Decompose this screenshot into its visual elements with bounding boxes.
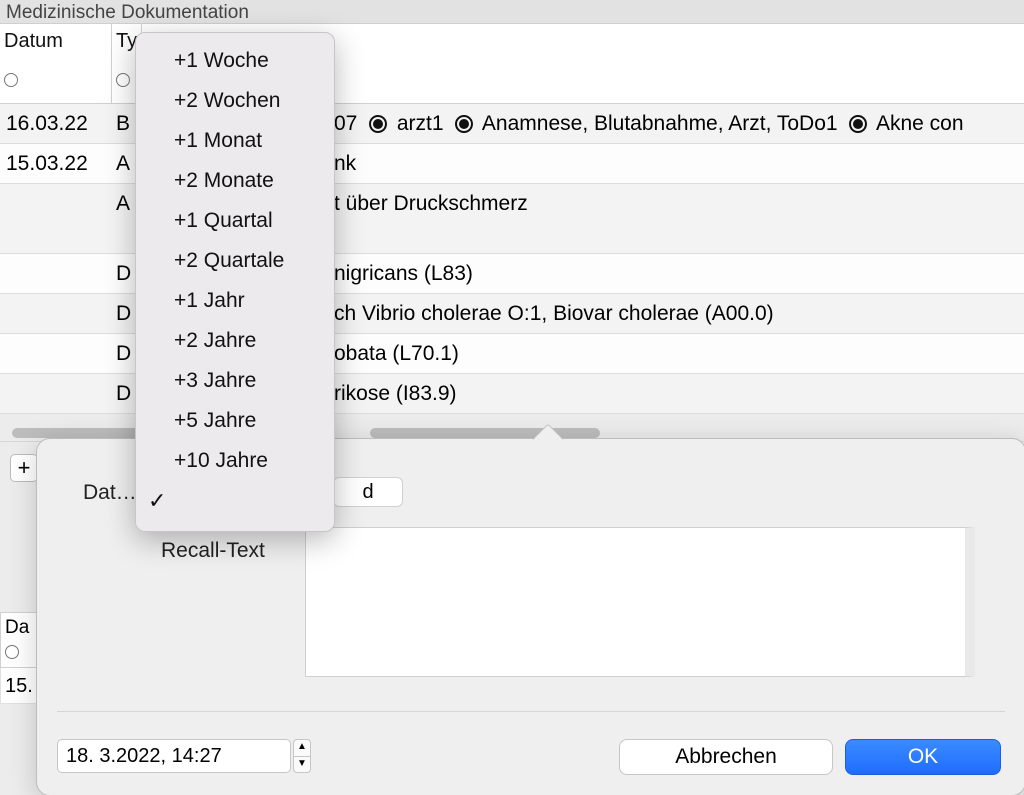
plus-icon: + xyxy=(18,455,31,480)
cancel-button[interactable]: Abbrechen xyxy=(619,739,833,775)
column-header-date-label: Datum xyxy=(4,30,63,52)
window-title-bar: Medizinische Dokumentation xyxy=(0,0,1024,24)
menu-item[interactable]: +2 Wochen xyxy=(136,81,334,121)
scroll-thumb[interactable] xyxy=(370,428,600,438)
recall-text-label: Recall-Text xyxy=(161,539,265,563)
sort-radio-icon[interactable] xyxy=(4,73,18,87)
datetime-stepper[interactable]: ▲ ▼ xyxy=(293,739,311,773)
ok-button-label: OK xyxy=(908,745,938,768)
date-offset-menu[interactable]: +1 Woche+2 Wochen+1 Monat+2 Monate+1 Qua… xyxy=(135,32,335,532)
menu-item[interactable]: +2 Quartale xyxy=(136,241,334,281)
cell-type: D xyxy=(112,374,132,413)
cell-type: D xyxy=(112,334,132,373)
datetime-value: 18. 3.2022, 14:27 xyxy=(66,745,222,767)
recall-text-input[interactable] xyxy=(305,527,975,677)
date-field-label: Dat… xyxy=(83,481,137,505)
menu-item-current[interactable] xyxy=(136,481,334,521)
menu-item[interactable]: +3 Jahre xyxy=(136,361,334,401)
cell-date: 16.03.22 xyxy=(0,104,112,143)
cell-content: 07 arzt1 Anamnese, Blutabnahme, Arzt, To… xyxy=(334,104,1024,143)
cell-date xyxy=(0,184,112,253)
cell-type: D xyxy=(112,254,132,293)
sort-radio-icon[interactable] xyxy=(116,73,130,87)
column-header-date[interactable]: Datum xyxy=(0,24,112,104)
chip-text: d xyxy=(362,481,373,503)
menu-item[interactable]: +1 Woche xyxy=(136,41,334,81)
sort-radio-icon[interactable] xyxy=(5,645,19,659)
cell-date xyxy=(0,254,112,293)
menu-item[interactable]: +1 Jahr xyxy=(136,281,334,321)
secondary-cell: 15. xyxy=(5,675,33,697)
stepper-down-icon[interactable]: ▼ xyxy=(293,757,311,774)
bullet-icon xyxy=(849,115,867,133)
bullet-icon xyxy=(455,115,473,133)
secondary-column-header-label: Da xyxy=(5,617,29,638)
cell-type: B xyxy=(112,104,132,143)
window-title: Medizinische Dokumentation xyxy=(6,2,249,23)
ok-button[interactable]: OK xyxy=(845,739,1001,775)
cell-date xyxy=(0,374,112,413)
cell-date xyxy=(0,294,112,333)
cell-type: D xyxy=(112,294,132,333)
menu-item[interactable]: +5 Jahre xyxy=(136,401,334,441)
cancel-button-label: Abbrechen xyxy=(675,745,777,768)
cell-content: ch Vibrio cholerae O:1, Biovar cholerae … xyxy=(334,294,1024,333)
datetime-field[interactable]: 18. 3.2022, 14:27 xyxy=(57,739,291,773)
menu-item[interactable]: +10 Jahre xyxy=(136,441,334,481)
cell-content: nk xyxy=(334,144,1024,183)
cell-content: t über Druckschmerz xyxy=(334,184,1024,253)
cell-content: rikose (I83.9) xyxy=(334,374,1024,413)
column-header-type-label: Ty xyxy=(116,30,137,52)
add-button[interactable]: + xyxy=(10,454,38,482)
menu-item[interactable]: +1 Monat xyxy=(136,121,334,161)
menu-item[interactable]: +1 Quartal xyxy=(136,201,334,241)
menu-item[interactable]: +2 Jahre xyxy=(136,321,334,361)
secondary-column-header[interactable]: Da xyxy=(0,612,40,668)
cell-date xyxy=(0,334,112,373)
cell-type: A xyxy=(112,144,132,183)
menu-item[interactable]: +2 Monate xyxy=(136,161,334,201)
cell-type: A xyxy=(112,184,132,253)
secondary-table: Da 15. xyxy=(0,612,40,704)
date-preset-dropdown[interactable]: d xyxy=(333,477,403,507)
cell-content: obata (L70.1) xyxy=(334,334,1024,373)
separator xyxy=(57,711,1005,712)
secondary-table-row[interactable]: 15. xyxy=(0,668,40,704)
stepper-up-icon[interactable]: ▲ xyxy=(293,739,311,757)
cell-date: 15.03.22 xyxy=(0,144,112,183)
cell-content: nigricans (L83) xyxy=(334,254,1024,293)
bullet-icon xyxy=(369,115,387,133)
